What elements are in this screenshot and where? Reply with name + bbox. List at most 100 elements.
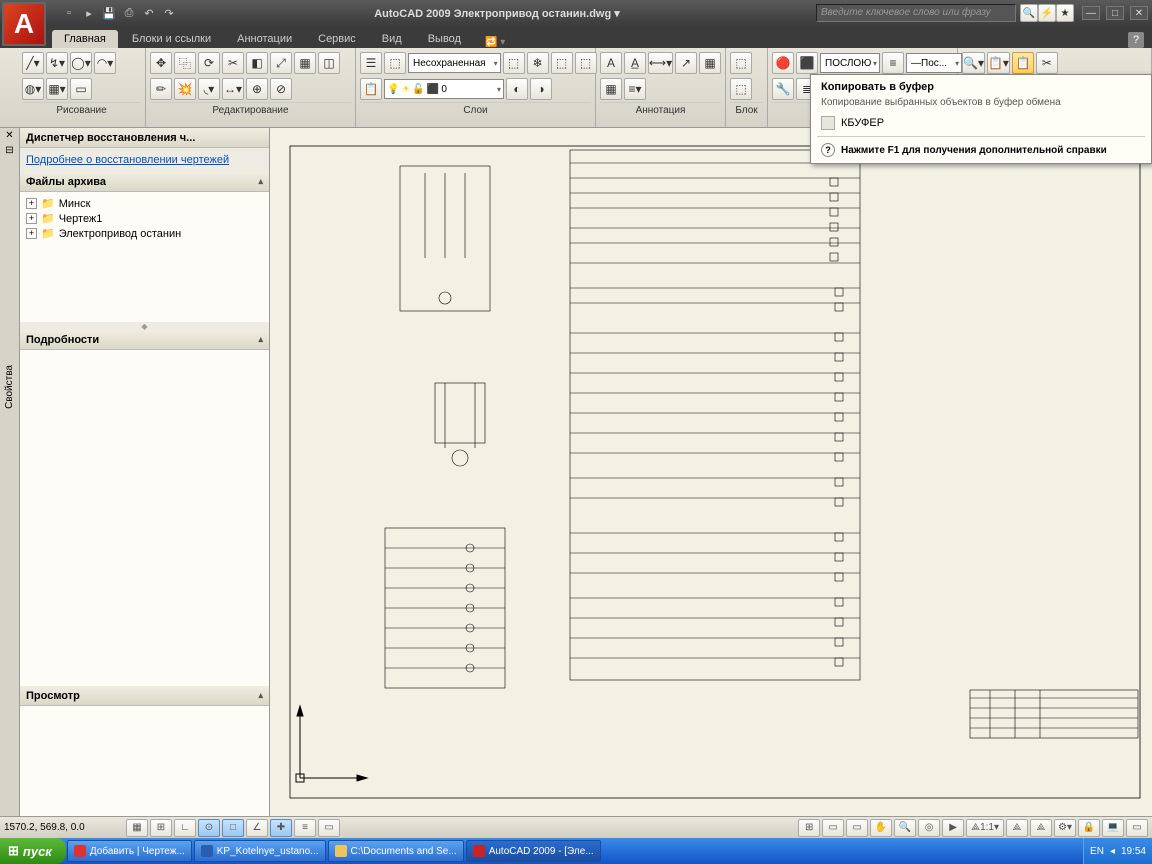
search-go-button[interactable]: 🔍 bbox=[1020, 4, 1038, 22]
lwt-toggle[interactable]: ≡ bbox=[294, 819, 316, 837]
app-menu-button[interactable]: A bbox=[2, 2, 46, 46]
anno-vis-button[interactable]: ⟁ bbox=[1006, 819, 1028, 837]
taskbar-item-word[interactable]: KP_Kotelnye_ustano... bbox=[194, 840, 326, 862]
lineweight-button[interactable]: ≡ bbox=[882, 52, 904, 74]
explode-tool[interactable]: 💥 bbox=[174, 78, 196, 100]
snap-toggle[interactable]: ▦ bbox=[126, 819, 148, 837]
minimize-button[interactable]: — bbox=[1082, 6, 1100, 20]
taskbar-lang[interactable]: EN bbox=[1090, 846, 1104, 857]
qprop-toggle[interactable]: ▭ bbox=[318, 819, 340, 837]
layer-state-combo[interactable]: Несохраненная bbox=[408, 53, 501, 73]
preview-header[interactable]: Просмотр▴ bbox=[20, 686, 269, 706]
model-button[interactable]: ⊞ bbox=[798, 819, 820, 837]
tab-output[interactable]: Вывод bbox=[416, 30, 473, 48]
qat-redo-icon[interactable]: ↷ bbox=[160, 4, 178, 22]
mtext-tool[interactable]: A̲ bbox=[624, 52, 646, 74]
layer-prop-button[interactable]: ☰ bbox=[360, 52, 382, 74]
linetype-combo[interactable]: — Пос... bbox=[906, 53, 962, 73]
palette-close-icon[interactable]: ✕ bbox=[3, 128, 15, 143]
palette-resizer[interactable]: ◆ bbox=[20, 322, 269, 330]
ellipse-tool[interactable]: ◍▾ bbox=[22, 78, 44, 100]
layer-combo[interactable]: 💡☀🔓⬛0 bbox=[384, 79, 504, 99]
tab-service[interactable]: Сервис bbox=[306, 30, 368, 48]
offset-tool[interactable]: ◫ bbox=[318, 52, 340, 74]
qat-print-icon[interactable]: ⎙ bbox=[120, 4, 138, 22]
array-tool[interactable]: ▦ bbox=[294, 52, 316, 74]
showmotion-button[interactable]: ▶ bbox=[942, 819, 964, 837]
archive-header[interactable]: Файлы архива▴ bbox=[20, 172, 269, 192]
color-picker[interactable]: ⬛ bbox=[796, 52, 818, 74]
copy-tool[interactable]: ⿻ bbox=[174, 52, 196, 74]
layer-mgr-button[interactable]: 📋 bbox=[360, 78, 382, 100]
anno-auto-button[interactable]: ⟁ bbox=[1030, 819, 1052, 837]
layer-iso-button[interactable]: ⬚ bbox=[503, 52, 525, 74]
rect-tool[interactable]: ▭ bbox=[70, 78, 92, 100]
tree-node-elektro[interactable]: +📁Электропривод останин bbox=[26, 226, 263, 241]
text-tool[interactable]: A bbox=[600, 52, 622, 74]
comm-center-icon[interactable]: ⚡ bbox=[1038, 4, 1056, 22]
fillet-tool[interactable]: ◟▾ bbox=[198, 78, 220, 100]
leader-tool[interactable]: ↗ bbox=[675, 52, 697, 74]
lock-button[interactable]: 🔒 bbox=[1078, 819, 1100, 837]
mline-tool[interactable]: ≡▾ bbox=[624, 78, 646, 100]
polyline-tool[interactable]: ↯▾ bbox=[46, 52, 68, 74]
osnap-toggle[interactable]: □ bbox=[222, 819, 244, 837]
drawing-canvas[interactable] bbox=[270, 128, 1152, 816]
layer-walk-button[interactable]: ◑ bbox=[530, 78, 552, 100]
help-icon[interactable]: ? bbox=[1128, 32, 1144, 48]
rotate-tool[interactable]: ⟳ bbox=[198, 52, 220, 74]
otrack-toggle[interactable]: ∠ bbox=[246, 819, 268, 837]
grid-toggle[interactable]: ⊞ bbox=[150, 819, 172, 837]
layer-prev-button[interactable]: ◐ bbox=[506, 78, 528, 100]
anno-scale[interactable]: ⟁ 1:1 ▾ bbox=[966, 819, 1004, 837]
clipboard-copy-button[interactable]: 📋 bbox=[1012, 52, 1034, 74]
qat-undo-icon[interactable]: ↶ bbox=[140, 4, 158, 22]
close-button[interactable]: ✕ bbox=[1130, 6, 1148, 20]
arc-tool[interactable]: ◠▾ bbox=[94, 52, 116, 74]
zoom-tool[interactable]: 🔍▾ bbox=[962, 52, 985, 74]
layer-match-button[interactable]: ⬚ bbox=[575, 52, 597, 74]
tree-node-drawing1[interactable]: +📁Чертеж1 bbox=[26, 211, 263, 226]
steering-button[interactable]: ◎ bbox=[918, 819, 940, 837]
ribbon-expand-icon[interactable]: 🔁 ▾ bbox=[485, 37, 505, 48]
props-button[interactable]: 🔧 bbox=[772, 78, 794, 100]
layer-off-button[interactable]: ⬚ bbox=[551, 52, 573, 74]
recovery-learn-more-link[interactable]: Подробнее о восстановлении чертежей bbox=[20, 148, 269, 172]
qat-save-icon[interactable]: 💾 bbox=[100, 4, 118, 22]
properties-palette-tab[interactable]: Свойства bbox=[2, 359, 17, 415]
polar-toggle[interactable]: ⊙ bbox=[198, 819, 220, 837]
search-input[interactable]: Введите ключевое слово или фразу bbox=[816, 4, 1016, 22]
block-create-button[interactable]: ⬚ bbox=[730, 78, 752, 100]
line-tool[interactable]: ╱▾ bbox=[22, 52, 44, 74]
layer-states-button[interactable]: ⬚ bbox=[384, 52, 406, 74]
qat-open-icon[interactable]: ▸ bbox=[80, 4, 98, 22]
break-tool[interactable]: ⊘ bbox=[270, 78, 292, 100]
clipboard-paste-button[interactable]: 📋▾ bbox=[987, 52, 1010, 74]
clipboard-cut-button[interactable]: ✂ bbox=[1036, 52, 1058, 74]
color-button[interactable]: 🔴 bbox=[772, 52, 794, 74]
taskbar-item-yandex[interactable]: Добавить | Чертеж... bbox=[67, 840, 192, 862]
layer-freeze-button[interactable]: ❄ bbox=[527, 52, 549, 74]
taskbar-item-explorer[interactable]: C:\Documents and Se... bbox=[328, 840, 464, 862]
erase-tool[interactable]: ✏ bbox=[150, 78, 172, 100]
qat-new-icon[interactable]: ▫ bbox=[60, 4, 78, 22]
hatch-tool[interactable]: ▦▾ bbox=[46, 78, 68, 100]
trim-tool[interactable]: ✂ bbox=[222, 52, 244, 74]
tray-icon[interactable]: ◂ bbox=[1110, 846, 1115, 857]
join-tool[interactable]: ⊕ bbox=[246, 78, 268, 100]
workspace-button[interactable]: ⚙▾ bbox=[1054, 819, 1076, 837]
tab-annotations[interactable]: Аннотации bbox=[225, 30, 304, 48]
maximize-button[interactable]: □ bbox=[1106, 6, 1124, 20]
ortho-toggle[interactable]: ∟ bbox=[174, 819, 196, 837]
hardware-button[interactable]: 💻 bbox=[1102, 819, 1124, 837]
quickview-button[interactable]: ▭ bbox=[846, 819, 868, 837]
palette-pin-icon[interactable]: ⊟ bbox=[3, 143, 15, 158]
color-combo[interactable]: ПОСЛОЮ bbox=[820, 53, 880, 73]
mirror-tool[interactable]: ◧ bbox=[246, 52, 268, 74]
zoom-button[interactable]: 🔍 bbox=[894, 819, 916, 837]
circle-tool[interactable]: ◯▾ bbox=[70, 52, 92, 74]
tab-blocks[interactable]: Блоки и ссылки bbox=[120, 30, 223, 48]
tree-node-minsk[interactable]: +📁Минск bbox=[26, 196, 263, 211]
start-button[interactable]: ⊞пуск bbox=[0, 838, 66, 864]
dyn-toggle[interactable]: ✚ bbox=[270, 819, 292, 837]
